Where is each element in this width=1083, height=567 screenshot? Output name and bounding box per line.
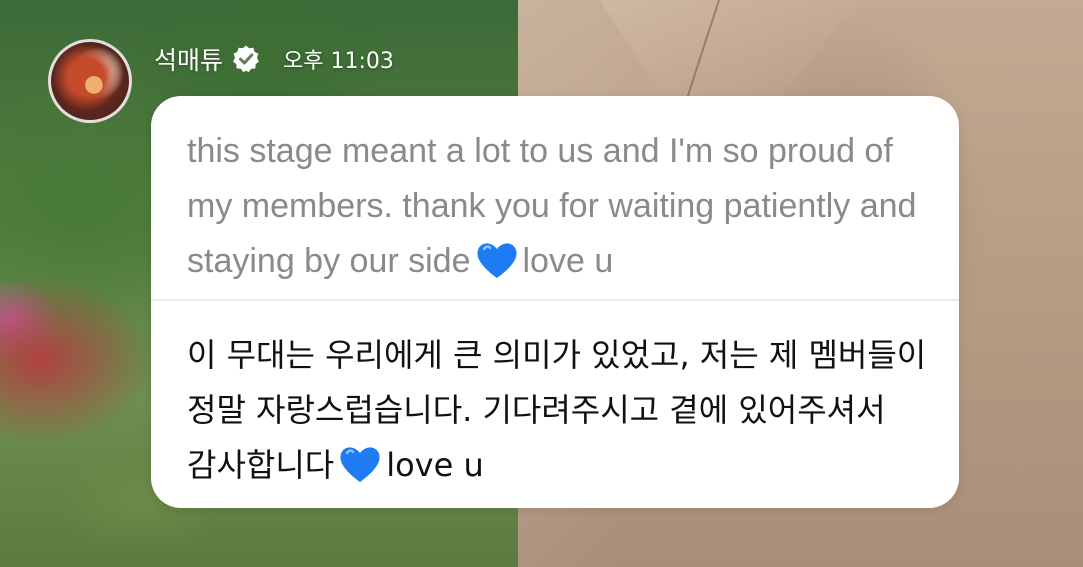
blue-heart-icon — [476, 243, 517, 278]
sender-avatar[interactable] — [48, 39, 132, 123]
message-bubble[interactable]: this stage meant a lot to us and I'm so … — [151, 96, 959, 508]
original-message: this stage meant a lot to us and I'm so … — [187, 124, 927, 289]
original-message-tail: love u — [522, 242, 614, 280]
blue-heart-icon — [340, 447, 380, 482]
translated-message-tail: love u — [386, 446, 484, 484]
verified-check-icon — [233, 45, 259, 73]
translated-message-text: 이 무대는 우리에게 큰 의미가 있었고, 저는 제 멤버들이 정말 자랑스럽습… — [187, 336, 927, 484]
sender-name[interactable]: 석매튜 — [154, 41, 223, 77]
translation-divider — [151, 299, 959, 301]
translated-message: 이 무대는 우리에게 큰 의미가 있었고, 저는 제 멤버들이 정말 자랑스럽습… — [187, 328, 927, 493]
sender-name-row: 석매튜 — [154, 41, 261, 77]
message-timestamp: 오후 11:03 — [283, 49, 394, 74]
